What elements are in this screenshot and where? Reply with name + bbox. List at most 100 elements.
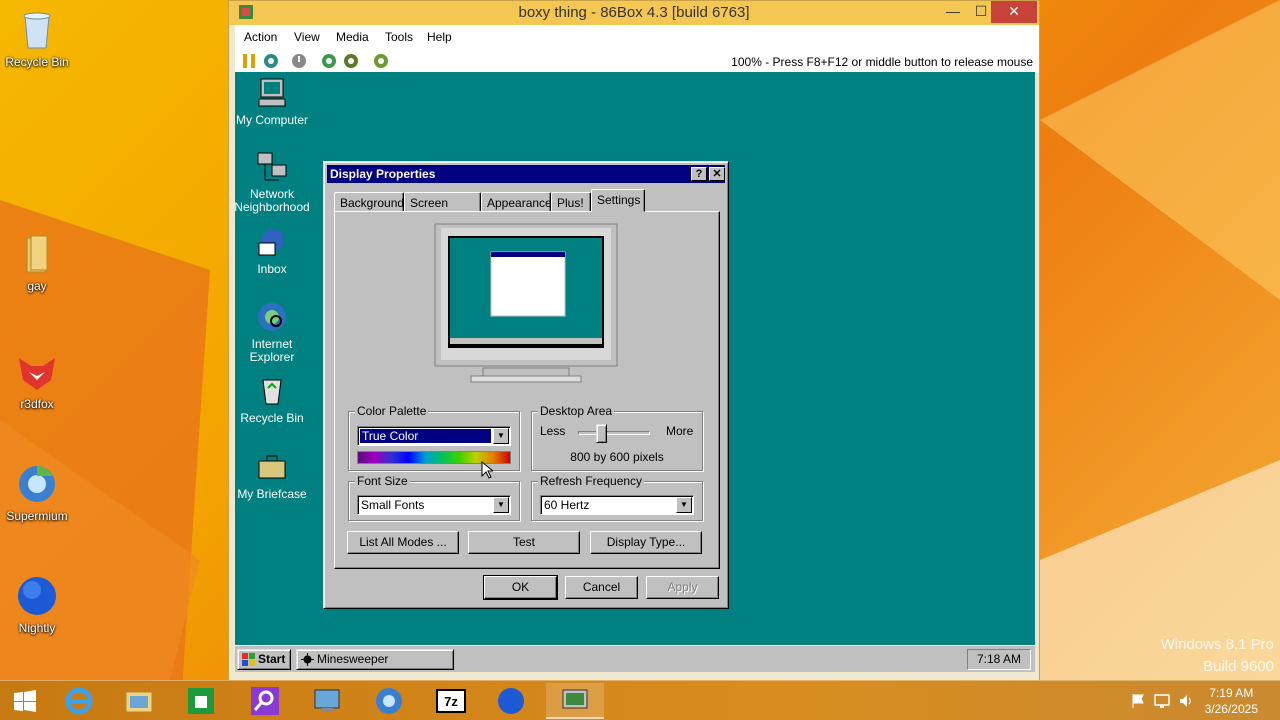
close-button[interactable]: ✕ — [991, 1, 1037, 23]
tab-background[interactable]: Background — [334, 192, 404, 212]
taskbar-store[interactable] — [172, 683, 230, 719]
host-icon-label: r3dfox — [20, 397, 54, 411]
start-label: Start — [258, 652, 286, 666]
dialog-close-button[interactable]: ✕ — [709, 167, 725, 181]
toolbar: 100% - Press F8+F12 or middle button to … — [235, 49, 1039, 73]
menu-media[interactable]: Media — [336, 30, 369, 44]
network-icon — [257, 152, 287, 181]
host-icon-nightly[interactable]: Nightly — [0, 574, 74, 635]
ctrl-alt-del-icon[interactable] — [321, 53, 337, 69]
menu-action[interactable]: Action — [244, 30, 277, 44]
host-icon-recycle-bin[interactable]: Recycle Bin — [0, 8, 74, 69]
color-palette-value: True Color — [360, 429, 491, 443]
chevron-down-icon[interactable]: ▼ — [676, 497, 692, 513]
search-icon — [251, 687, 279, 715]
cancel-button[interactable]: Cancel — [565, 576, 638, 599]
monitor-preview-icon — [434, 223, 618, 383]
folder-icon — [125, 691, 153, 713]
ctrl-alt-esc-icon[interactable] — [343, 53, 359, 69]
dialog-titlebar[interactable]: Display Properties ? ✕ — [327, 165, 725, 183]
guest-icon-label: Internet Explorer — [249, 337, 295, 364]
86box-icon — [562, 689, 588, 709]
nightly-icon — [498, 688, 524, 714]
start-button[interactable]: Start — [237, 649, 291, 670]
host-icon-r3dfox[interactable]: r3dfox — [0, 350, 74, 411]
tab-plus[interactable]: Plus! — [551, 192, 591, 212]
display-type-button[interactable]: Display Type... — [590, 531, 702, 554]
refresh-frequency-select[interactable]: 60 Hertz ▼ — [540, 495, 694, 515]
taskbar-control-panel[interactable] — [298, 683, 356, 719]
supermium-icon — [376, 688, 402, 714]
guest-icon-internet-explorer[interactable]: Internet Explorer — [235, 300, 310, 364]
guest-icon-label: My Briefcase — [237, 487, 307, 501]
font-size-label: Font Size — [355, 474, 410, 488]
host-taskbar: 7z 7:19 AM 3/26/2025 — [0, 680, 1280, 720]
watermark-edition: Windows 8.1 Pro — [1160, 636, 1274, 653]
guest-icon-label: Recycle Bin — [240, 411, 304, 425]
ok-button[interactable]: OK — [483, 575, 558, 600]
menu-help[interactable]: Help — [427, 30, 452, 44]
slider-more-label: More — [666, 424, 694, 438]
folder-icon — [26, 235, 48, 273]
resolution-slider[interactable] — [578, 431, 650, 435]
volume-icon[interactable] — [1178, 693, 1194, 709]
nightly-icon — [18, 577, 56, 615]
menu-tools[interactable]: Tools — [385, 30, 413, 44]
taskbar-search-app[interactable] — [236, 683, 294, 719]
test-button[interactable]: Test — [468, 531, 580, 554]
guest-screen[interactable]: My Computer Network Neighborhood Inbox I… — [235, 72, 1035, 672]
supermium-icon — [19, 466, 55, 502]
host-icon-supermium[interactable]: Supermium — [0, 462, 74, 523]
guest-icon-network[interactable]: Network Neighborhood — [235, 150, 310, 214]
host-start-button[interactable] — [0, 683, 50, 719]
mouse-cursor-icon — [481, 461, 493, 479]
taskbar-internet-explorer[interactable] — [50, 683, 108, 719]
reset-icon[interactable] — [263, 53, 279, 69]
resolution-value: 800 by 600 pixels — [570, 450, 664, 464]
taskbar-item-minesweeper[interactable]: Minesweeper — [296, 649, 454, 670]
host-icon-label: Nightly — [18, 621, 56, 635]
flag-icon[interactable] — [1130, 693, 1146, 709]
font-size-select[interactable]: Small Fonts ▼ — [357, 495, 511, 515]
guest-clock: 7:18 AM — [967, 649, 1031, 670]
window-title: boxy thing - 86Box 4.3 [build 6763] — [518, 4, 750, 21]
help-button[interactable]: ? — [691, 167, 707, 181]
tab-settings[interactable]: Settings — [591, 189, 645, 212]
slider-thumb[interactable] — [596, 424, 608, 443]
window-titlebar[interactable]: boxy thing - 86Box 4.3 [build 6763] — ☐ … — [229, 1, 1039, 25]
power-icon[interactable] — [291, 53, 307, 69]
color-palette-select[interactable]: True Color ▼ — [357, 426, 511, 446]
taskbar-nightly[interactable] — [482, 683, 540, 719]
tab-screen-saver[interactable]: Screen Saver — [404, 192, 481, 224]
host-icon-folder[interactable]: gay — [0, 232, 74, 293]
list-all-modes-button[interactable]: List All Modes ... — [347, 531, 459, 554]
display-properties-dialog: Display Properties ? ✕ Background Screen… — [323, 161, 729, 609]
taskbar-7zip[interactable]: 7z — [422, 683, 480, 719]
host-clock[interactable]: 7:19 AM 3/26/2025 — [1205, 685, 1258, 717]
refresh-frequency-value: 60 Hertz — [544, 498, 590, 512]
svg-text:7z: 7z — [444, 694, 458, 709]
chevron-down-icon[interactable]: ▼ — [493, 428, 509, 444]
vm-status-text: 100% - Press F8+F12 or middle button to … — [731, 55, 1033, 69]
internet-explorer-icon — [258, 303, 286, 331]
minesweeper-icon — [301, 653, 314, 666]
chevron-down-icon[interactable]: ▼ — [493, 497, 509, 513]
slider-less-label: Less — [540, 424, 566, 438]
guest-icon-inbox[interactable]: Inbox — [235, 225, 310, 276]
taskbar-supermium[interactable] — [360, 683, 418, 719]
guest-icon-recycle-bin[interactable]: Recycle Bin — [235, 374, 310, 425]
7zip-icon: 7z — [436, 689, 466, 713]
guest-icon-my-computer[interactable]: My Computer — [235, 76, 310, 127]
pause-icon[interactable] — [241, 53, 257, 69]
taskbar-file-explorer[interactable] — [110, 683, 168, 719]
tab-appearance[interactable]: Appearance — [481, 192, 552, 212]
taskbar-86box[interactable] — [546, 683, 604, 719]
guest-taskbar: Start Minesweeper 7:18 AM — [235, 645, 1035, 672]
guest-icon-my-briefcase[interactable]: My Briefcase — [235, 450, 310, 501]
guest-icon-label: My Computer — [235, 113, 309, 127]
settings-icon[interactable] — [373, 53, 389, 69]
menu-view[interactable]: View — [294, 30, 320, 44]
host-clock-time: 7:19 AM — [1209, 686, 1254, 700]
desktop-area-label: Desktop Area — [538, 404, 615, 418]
network-status-icon[interactable] — [1154, 693, 1170, 709]
